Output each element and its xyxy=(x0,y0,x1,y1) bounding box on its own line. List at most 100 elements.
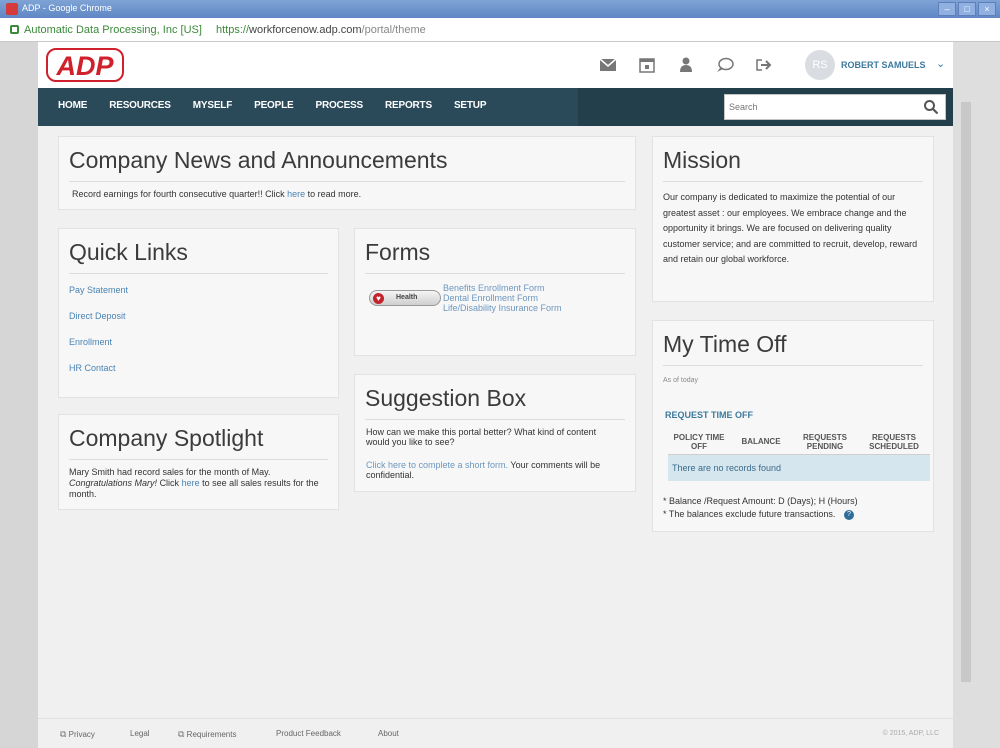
chat-icon[interactable] xyxy=(715,55,735,75)
copyright: © 2015, ADP, LLC xyxy=(882,730,939,737)
col-requests-scheduled: REQUESTS SCHEDULED xyxy=(869,433,919,451)
future-note-text: * The balances exclude future transactio… xyxy=(663,509,836,519)
help-icon[interactable]: ? xyxy=(843,509,854,520)
footer-legal[interactable]: Legal xyxy=(130,729,150,738)
minimize-button[interactable]: – xyxy=(938,2,956,16)
logo-text: ADP xyxy=(55,51,114,81)
nav-reports[interactable]: REPORTS xyxy=(385,100,432,111)
portal-page: ADP RS ROBERT SAMUELS ⌄ HOME RESOURCES M… xyxy=(38,42,953,748)
time-off-card: My Time Off As of today REQUEST TIME OFF… xyxy=(652,320,934,532)
footer-requirements[interactable]: ⧉ Requirements xyxy=(178,729,236,740)
request-time-off-link[interactable]: REQUEST TIME OFF xyxy=(665,410,753,420)
search-box xyxy=(724,94,946,120)
form-link-dental[interactable]: Dental Enrollment Form xyxy=(443,293,562,303)
user-name-menu[interactable]: ROBERT SAMUELS xyxy=(841,60,926,70)
mission-title: Mission xyxy=(663,147,741,173)
divider xyxy=(69,273,328,274)
time-off-title: My Time Off xyxy=(663,331,787,357)
url-path: /portal/theme xyxy=(361,24,426,36)
close-button[interactable]: × xyxy=(978,2,996,16)
as-of-label: As of today xyxy=(663,377,699,384)
suggestion-card: Suggestion Box How can we make this port… xyxy=(354,374,636,492)
health-button-label: Health xyxy=(396,294,418,301)
window-title: ADP - Google Chrome xyxy=(22,3,112,13)
nav-resources[interactable]: RESOURCES xyxy=(109,100,171,111)
spotlight-text-before: Mary Smith had record sales for the mont… xyxy=(69,467,271,477)
health-button[interactable]: ♥ Health xyxy=(369,290,441,306)
nav-setup[interactable]: SETUP xyxy=(454,100,487,111)
spotlight-congrats: Congratulations Mary! xyxy=(69,478,158,488)
person-icon[interactable] xyxy=(676,55,696,75)
nav-people[interactable]: PEOPLE xyxy=(254,100,294,111)
suggestion-form-link[interactable]: Click here to complete a short form. xyxy=(366,460,508,470)
secure-org-label: Automatic Data Processing, Inc [US] xyxy=(24,24,202,36)
calendar-icon[interactable] xyxy=(637,55,657,75)
nav-home[interactable]: HOME xyxy=(58,100,87,111)
forms-title: Forms xyxy=(365,239,431,265)
quick-link-hr-contact[interactable]: HR Contact xyxy=(69,363,116,373)
news-text-after: to read more. xyxy=(307,189,362,199)
news-title: Company News and Announcements xyxy=(69,147,448,173)
spotlight-here-link[interactable]: here xyxy=(182,478,200,488)
nav-myself[interactable]: MYSELF xyxy=(193,100,233,111)
page-footer: ⧉ Privacy Legal ⧉ Requirements Product F… xyxy=(38,718,953,748)
address-bar[interactable]: Automatic Data Processing, Inc [US] http… xyxy=(0,18,1000,42)
search-input[interactable] xyxy=(729,99,909,115)
future-note: * The balances exclude future transactio… xyxy=(663,509,854,520)
table-header-row: POLICY TIME OFF BALANCE REQUESTS PENDING… xyxy=(668,429,930,455)
footer-privacy[interactable]: ⧉ Privacy xyxy=(60,729,95,740)
scrollbar[interactable] xyxy=(953,42,1000,748)
avatar[interactable]: RS xyxy=(805,50,835,80)
divider xyxy=(69,459,328,460)
quick-link-enrollment[interactable]: Enrollment xyxy=(69,337,112,347)
search-icon[interactable] xyxy=(923,99,939,115)
portal-header: ADP RS ROBERT SAMUELS ⌄ xyxy=(38,42,953,88)
news-here-link[interactable]: here xyxy=(287,189,305,199)
logout-icon[interactable] xyxy=(754,55,774,75)
quick-links-title: Quick Links xyxy=(69,239,188,265)
divider xyxy=(69,181,625,182)
spotlight-title: Company Spotlight xyxy=(69,425,264,451)
window-titlebar: ADP - Google Chrome – □ × xyxy=(0,0,1000,18)
time-off-table: POLICY TIME OFF BALANCE REQUESTS PENDING… xyxy=(668,429,930,481)
col-requests-pending: REQUESTS PENDING xyxy=(802,433,847,451)
news-text: Record earnings for fourth consecutive q… xyxy=(72,189,361,200)
divider xyxy=(663,365,923,366)
divider xyxy=(663,181,923,182)
table-empty-row: There are no records found xyxy=(668,455,930,481)
form-links: Benefits Enrollment Form Dental Enrollme… xyxy=(443,283,562,313)
external-link-icon: ⧉ xyxy=(178,729,185,739)
mission-text: Our company is dedicated to maximize the… xyxy=(663,192,918,264)
maximize-button[interactable]: □ xyxy=(958,2,976,16)
quick-links-card: Quick Links Pay Statement Direct Deposit… xyxy=(58,228,339,398)
form-link-benefits[interactable]: Benefits Enrollment Form xyxy=(443,283,562,293)
scrollbar-thumb[interactable] xyxy=(961,102,971,682)
suggestion-title: Suggestion Box xyxy=(365,385,527,411)
external-link-icon: ⧉ xyxy=(60,729,67,739)
browser-favicon-icon xyxy=(6,3,18,15)
quick-link-pay-statement[interactable]: Pay Statement xyxy=(69,285,128,295)
news-card: Company News and Announcements Record ea… xyxy=(58,136,636,210)
mail-icon[interactable] xyxy=(598,55,618,75)
nav-process[interactable]: PROCESS xyxy=(315,100,363,111)
quick-link-direct-deposit[interactable]: Direct Deposit xyxy=(69,311,126,321)
adp-logo[interactable]: ADP xyxy=(46,48,124,82)
news-text-before: Record earnings for fourth consecutive q… xyxy=(72,189,285,199)
footer-privacy-label: Privacy xyxy=(68,730,95,739)
nav-items: HOME RESOURCES MYSELF PEOPLE PROCESS REP… xyxy=(58,100,486,111)
spotlight-text: Mary Smith had record sales for the mont… xyxy=(69,467,327,500)
footer-about[interactable]: About xyxy=(378,729,399,738)
header-icons xyxy=(598,55,774,75)
url-text[interactable]: https://workforcenow.adp.com/portal/them… xyxy=(216,24,426,36)
divider xyxy=(365,273,625,274)
url-host: workforcenow.adp.com xyxy=(249,24,362,36)
footer-product-feedback[interactable]: Product Feedback xyxy=(276,729,341,738)
chevron-down-icon[interactable]: ⌄ xyxy=(936,57,945,70)
form-link-life-disability[interactable]: Life/Disability Insurance Form xyxy=(443,303,562,313)
lock-icon xyxy=(10,25,19,34)
mission-card: Mission Our company is dedicated to maxi… xyxy=(652,136,934,302)
forms-card: Forms ♥ Health Benefits Enrollment Form … xyxy=(354,228,636,356)
page-gutter-left xyxy=(0,42,38,748)
footer-requirements-label: Requirements xyxy=(186,730,237,739)
balance-note: * Balance /Request Amount: D (Days); H (… xyxy=(663,496,858,506)
